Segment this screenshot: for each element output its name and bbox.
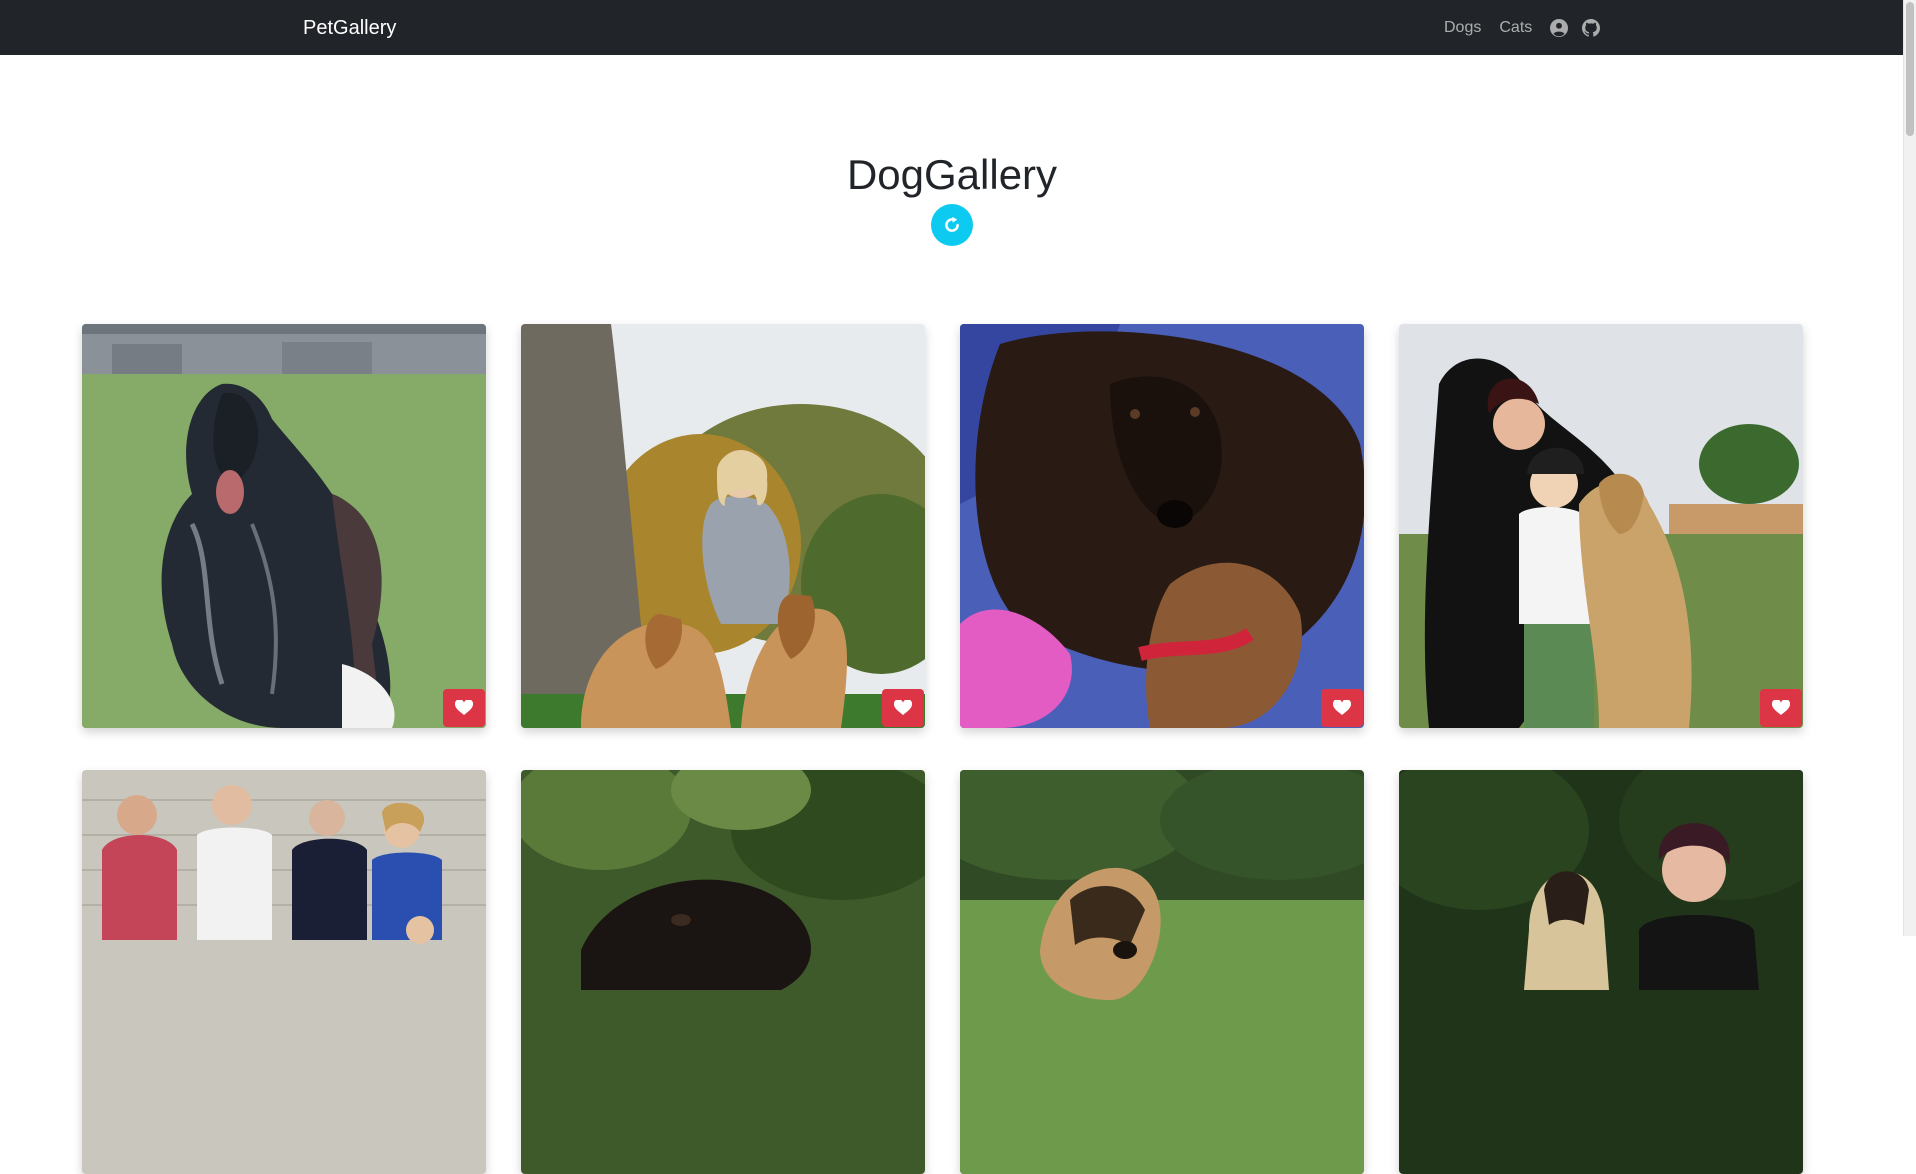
nav-link-cats[interactable]: Cats <box>1499 18 1532 38</box>
gallery-card <box>521 770 925 1174</box>
like-button[interactable] <box>1760 689 1802 727</box>
refresh-icon <box>945 216 959 232</box>
gallery-card <box>82 770 486 1174</box>
dog-photo <box>521 324 925 728</box>
nav-links: Dogs Cats <box>1444 17 1614 39</box>
navbar: PetGallery Dogs Cats <box>0 0 1904 55</box>
like-button[interactable] <box>882 689 924 727</box>
gallery-card <box>1399 324 1803 728</box>
heart-icon <box>1333 700 1351 715</box>
dog-photo <box>960 770 1364 1174</box>
nav-link-dogs[interactable]: Dogs <box>1444 18 1481 38</box>
github-icon[interactable] <box>1582 19 1601 37</box>
gallery-card <box>82 324 486 728</box>
page-scrollbar[interactable] <box>1903 0 1916 936</box>
gallery-card <box>521 324 925 728</box>
gallery-card <box>960 770 1364 1174</box>
heart-icon <box>455 700 473 715</box>
user-circle-icon[interactable] <box>1550 19 1569 37</box>
dog-photo <box>82 770 486 1174</box>
scrollbar-thumb[interactable] <box>1906 2 1914 136</box>
heart-icon <box>894 700 912 715</box>
dog-photo <box>1399 324 1803 728</box>
dog-photo <box>1399 770 1803 1174</box>
dog-photo <box>960 324 1364 728</box>
gallery-card <box>960 324 1364 728</box>
refresh-button[interactable] <box>931 204 973 246</box>
dog-photo <box>521 770 925 1174</box>
gallery-card <box>1399 770 1803 1174</box>
brand-link[interactable]: PetGallery <box>303 16 396 40</box>
dog-photo <box>82 324 486 728</box>
like-button[interactable] <box>443 689 485 727</box>
page-title: DogGallery <box>846 151 1058 198</box>
like-button[interactable] <box>1321 689 1363 727</box>
heart-icon <box>1772 700 1790 715</box>
